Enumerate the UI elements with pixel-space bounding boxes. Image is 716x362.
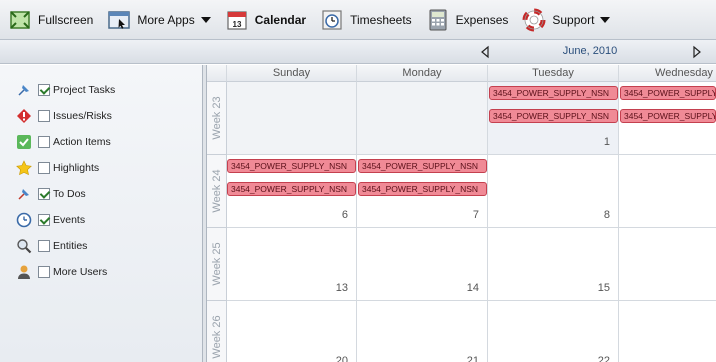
calendar-icon: 13: [225, 8, 249, 32]
filter-label: Action Items: [53, 136, 111, 148]
more-apps-label: More Apps: [137, 12, 195, 27]
corner-header: [207, 65, 227, 82]
calendar-event[interactable]: 3454_POWER_SUPPLY_NSN: [227, 159, 356, 173]
expenses-button[interactable]: Expenses: [426, 5, 509, 35]
magnifier-icon: [16, 238, 32, 254]
day-header-monday: Monday: [357, 65, 488, 82]
calendar-event[interactable]: 3454_POWER_SUPPLY_NSN: [227, 182, 356, 196]
week-label: Week 24: [207, 155, 227, 228]
day-number: 21: [466, 355, 479, 362]
calendar-event[interactable]: 3454_POWER_SUPPLY_NSN: [620, 86, 716, 100]
calendar-event[interactable]: 3454_POWER_SUPPLY_NSN: [489, 109, 618, 123]
more-users-checkbox[interactable]: [38, 266, 50, 278]
day-number: 7: [472, 209, 479, 221]
day-number: 14: [466, 282, 479, 294]
calculator-icon: [426, 8, 450, 32]
calendar-day-cell[interactable]: [619, 301, 716, 362]
day-number: 20: [335, 355, 348, 362]
check-icon: [16, 134, 32, 150]
filter-label: To Dos: [53, 188, 86, 200]
entities-checkbox[interactable]: [38, 240, 50, 252]
pin-icon: [16, 82, 32, 98]
expenses-label: Expenses: [455, 12, 509, 27]
fullscreen-button[interactable]: Fullscreen: [8, 5, 93, 35]
day-number: 13: [335, 282, 348, 294]
main-toolbar: Fullscreen More Apps 13 Calendar Timeshe…: [0, 0, 716, 40]
day-number: 22: [597, 355, 610, 362]
calendar-day-cell[interactable]: 8: [488, 155, 619, 228]
filter-label: Events: [53, 214, 86, 226]
support-button[interactable]: Support: [522, 5, 611, 35]
filter-label: More Users: [53, 266, 108, 278]
calendar-day-cell[interactable]: 15: [488, 228, 619, 301]
calendar-day-cell[interactable]: [227, 82, 357, 155]
week-label: Week 25: [207, 228, 227, 301]
calendar-day-cell[interactable]: [619, 155, 716, 228]
to-dos-checkbox[interactable]: [38, 188, 50, 200]
alert-icon: [16, 108, 32, 124]
filter-events[interactable]: Events: [16, 212, 85, 228]
filter-label: Issues/Risks: [53, 110, 112, 122]
calendar-day-cell[interactable]: 22: [488, 301, 619, 362]
apps-window-icon: [107, 8, 131, 32]
chevron-down-icon: [600, 16, 611, 23]
filter-label: Project Tasks: [53, 84, 116, 96]
month-calendar-grid: Sunday Monday Tuesday Wednesday Week 23 …: [207, 65, 716, 362]
events-checkbox[interactable]: [38, 214, 50, 226]
user-icon: [16, 264, 32, 280]
calendar-day-cell[interactable]: 13: [227, 228, 357, 301]
calendar-label: Calendar: [254, 12, 307, 27]
next-month-icon[interactable]: [690, 45, 704, 59]
issues-risks-checkbox[interactable]: [38, 110, 50, 122]
project-tasks-checkbox[interactable]: [38, 84, 50, 96]
support-label: Support: [552, 12, 595, 27]
lifebuoy-icon: [522, 8, 546, 32]
calendar-day-cell[interactable]: [619, 228, 716, 301]
filter-label: Highlights: [53, 162, 100, 174]
star-icon: [16, 160, 32, 176]
calendar-event[interactable]: 3454_POWER_SUPPLY_NSN: [620, 109, 716, 123]
calendar-icon-day: 13: [232, 20, 241, 29]
more-apps-button[interactable]: More Apps: [107, 5, 211, 35]
filter-label: Entities: [53, 240, 88, 252]
filter-action-items[interactable]: Action Items: [16, 134, 111, 150]
fullscreen-icon: [8, 8, 32, 32]
calendar-day-cell[interactable]: 21: [357, 301, 488, 362]
timesheets-label: Timesheets: [350, 12, 412, 27]
clock-icon: [16, 212, 32, 228]
previous-month-icon[interactable]: [478, 45, 492, 59]
highlights-checkbox[interactable]: [38, 162, 50, 174]
filter-highlights[interactable]: Highlights: [16, 160, 99, 176]
day-header-wednesday: Wednesday: [619, 65, 716, 82]
filter-more-users[interactable]: More Users: [16, 264, 107, 280]
calendar-day-cell[interactable]: [357, 82, 488, 155]
day-header-sunday: Sunday: [227, 65, 357, 82]
day-number: 15: [597, 282, 610, 294]
calendar-day-cell[interactable]: 20: [227, 301, 357, 362]
filter-to-dos[interactable]: To Dos: [16, 186, 86, 202]
timesheet-clock-icon: [320, 8, 344, 32]
calendar-event[interactable]: 3454_POWER_SUPPLY_NSN: [358, 159, 487, 173]
calendar-event[interactable]: 3454_POWER_SUPPLY_NSN: [358, 182, 487, 196]
calendar-button[interactable]: 13 Calendar: [225, 5, 306, 35]
current-month-label: June, 2010: [562, 45, 618, 57]
filter-project-tasks[interactable]: Project Tasks: [16, 82, 115, 98]
week-label: Week 26: [207, 301, 227, 362]
day-number: 6: [341, 209, 348, 221]
fullscreen-label: Fullscreen: [38, 12, 94, 27]
timesheets-button[interactable]: Timesheets: [320, 5, 412, 35]
action-items-checkbox[interactable]: [38, 136, 50, 148]
calendar-event[interactable]: 3454_POWER_SUPPLY_NSN: [489, 86, 618, 100]
calendar-filter-sidebar: Project Tasks Issues/Risks Action Items …: [0, 65, 203, 362]
week-label: Week 23: [207, 82, 227, 155]
day-header-tuesday: Tuesday: [488, 65, 619, 82]
chevron-down-icon: [200, 16, 211, 23]
day-number: 1: [603, 136, 610, 148]
day-number: 8: [603, 209, 610, 221]
calendar-day-cell[interactable]: 14: [357, 228, 488, 301]
filter-entities[interactable]: Entities: [16, 238, 87, 254]
month-navigation-bar: June, 2010: [0, 40, 716, 64]
filter-issues-risks[interactable]: Issues/Risks: [16, 108, 112, 124]
pin-icon: [16, 186, 32, 202]
